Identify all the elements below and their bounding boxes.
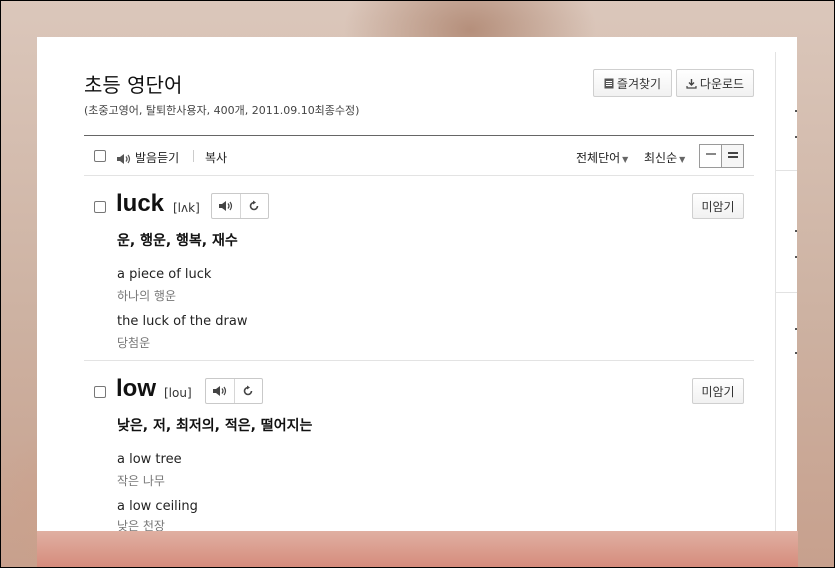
example-translation: 당첨운 xyxy=(117,336,151,350)
word-filter-label: 전체단어 xyxy=(576,151,621,165)
audio-controls xyxy=(205,378,263,404)
right-sidebar xyxy=(775,52,797,531)
example-translation: 하나의 행운 xyxy=(117,289,177,303)
list-icon xyxy=(604,78,614,89)
sort-dropdown[interactable]: 최신순 ▼ xyxy=(644,149,685,166)
entry-divider xyxy=(84,360,754,361)
chevron-down-icon: ▼ xyxy=(679,155,686,164)
background-photo-bottom xyxy=(37,531,798,568)
repeat-icon xyxy=(242,382,254,401)
repeat-audio-button[interactable] xyxy=(239,194,269,218)
entry-word[interactable]: luck xyxy=(116,190,164,218)
page-title: 초등 영단어 xyxy=(84,73,183,97)
repeat-icon xyxy=(248,197,260,216)
entry-checkbox[interactable] xyxy=(94,386,106,398)
toolbar-top-border xyxy=(84,135,754,136)
entry-meaning: 낮은, 저, 최저의, 적은, 떨어지는 xyxy=(117,418,313,434)
download-button[interactable]: 다운로드 xyxy=(676,69,754,97)
entry-word[interactable]: low xyxy=(116,375,156,403)
repeat-audio-button[interactable] xyxy=(233,379,263,403)
chevron-down-icon: ▼ xyxy=(622,155,629,164)
toolbar-divider xyxy=(193,150,194,162)
toolbar-bottom-border xyxy=(84,175,754,176)
view-toggle xyxy=(699,144,744,168)
unmemorized-button[interactable]: 미암기 xyxy=(692,378,744,404)
entry-meaning: 운, 행운, 행복, 재수 xyxy=(117,233,238,249)
audio-controls xyxy=(211,193,269,219)
speaker-icon[interactable] xyxy=(116,150,131,169)
word-filter-dropdown[interactable]: 전체단어 ▼ xyxy=(576,149,628,166)
sort-label: 최신순 xyxy=(644,151,678,165)
listen-button[interactable]: 발음듣기 xyxy=(135,149,179,166)
example-sentence: a low tree xyxy=(117,452,182,467)
favorite-label: 즐겨찾기 xyxy=(616,76,662,91)
download-label: 다운로드 xyxy=(699,76,745,91)
example-sentence: the luck of the draw xyxy=(117,314,248,329)
entry-pronunciation: [lou] xyxy=(164,386,192,400)
select-all-checkbox[interactable] xyxy=(94,150,106,162)
play-audio-button[interactable] xyxy=(206,379,234,403)
view-compact-button[interactable] xyxy=(700,145,721,167)
example-sentence: a piece of luck xyxy=(117,267,212,282)
example-sentence: a low ceiling xyxy=(117,499,198,514)
favorite-button[interactable]: 즐겨찾기 xyxy=(593,69,672,97)
copy-button[interactable]: 복사 xyxy=(205,149,227,166)
entry-pronunciation: [lʌk] xyxy=(173,201,200,215)
play-audio-button[interactable] xyxy=(212,194,240,218)
entry-checkbox[interactable] xyxy=(94,201,106,213)
example-translation: 작은 나무 xyxy=(117,474,165,488)
wordbook-info: (초중고영어, 탈퇴한사용자, 400개, 2011.09.10최종수정) xyxy=(84,104,360,117)
unmemorized-button[interactable]: 미암기 xyxy=(692,193,744,219)
speaker-icon xyxy=(212,382,228,401)
view-detail-button[interactable] xyxy=(721,145,743,167)
download-icon xyxy=(686,78,697,89)
speaker-icon xyxy=(218,197,234,216)
